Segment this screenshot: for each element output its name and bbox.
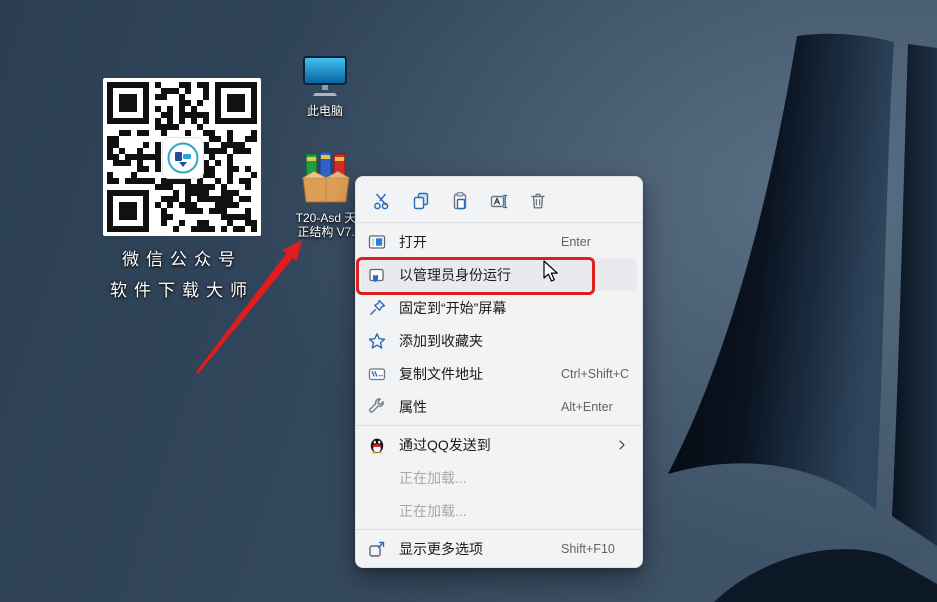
menu-item-pin-to-start[interactable]: 固定到“开始”屏幕 — [356, 291, 642, 324]
cut-icon — [372, 191, 392, 211]
delete-button[interactable] — [526, 189, 550, 213]
menu-item-run-as-administrator[interactable]: 以管理员身份运行 — [361, 258, 637, 291]
menu-item-loading-2: 正在加载... — [356, 494, 642, 527]
qr-caption-line1: 微信公众号 — [103, 245, 261, 270]
chevron-right-icon — [614, 437, 630, 453]
desktop-icon-label-line1: T20-Asd 天 — [288, 211, 364, 225]
menu-item-label: 固定到“开始”屏幕 — [399, 298, 506, 318]
qr-code-block: 微信公众号 软件下载大师 — [103, 78, 261, 301]
menu-item-label: 正在加载... — [399, 468, 467, 488]
menu-item-properties[interactable]: 属性 Alt+Enter — [356, 390, 642, 423]
empty-icon-spacer — [367, 468, 387, 488]
paste-button[interactable] — [448, 189, 472, 213]
rename-button[interactable] — [487, 189, 511, 213]
copy-icon — [411, 191, 431, 211]
wrench-icon — [367, 397, 387, 417]
menu-item-label: 复制文件地址 — [399, 364, 483, 384]
paste-icon — [450, 191, 470, 211]
qq-icon — [367, 435, 387, 455]
menu-item-label: 打开 — [399, 232, 427, 252]
menu-item-shortcut: Enter — [561, 235, 591, 249]
winrar-archive-icon — [300, 150, 352, 206]
menu-item-show-more-options[interactable]: 显示更多选项 Shift+F10 — [356, 532, 642, 565]
menu-item-shortcut: Shift+F10 — [561, 542, 615, 556]
menu-item-add-to-favorites[interactable]: 添加到收藏夹 — [356, 324, 642, 357]
cut-button[interactable] — [370, 189, 394, 213]
star-icon — [367, 331, 387, 351]
menu-item-open[interactable]: 打开 Enter — [356, 225, 642, 258]
qr-code — [103, 78, 261, 236]
menu-item-send-via-qq[interactable]: 通过QQ发送到 — [356, 428, 642, 461]
context-menu-toolbar — [356, 182, 642, 220]
qr-center-logo — [162, 137, 204, 179]
copy-path-icon — [367, 364, 387, 384]
monitor-icon — [301, 55, 349, 99]
menu-item-loading-1: 正在加载... — [356, 461, 642, 494]
menu-item-label: 正在加载... — [399, 501, 467, 521]
admin-shield-icon — [367, 265, 387, 285]
menu-separator — [356, 425, 642, 426]
menu-item-label: 添加到收藏夹 — [399, 331, 483, 351]
desktop-icon-label: 此电脑 — [287, 104, 363, 118]
desktop: 微信公众号 软件下载大师 此电脑 — [0, 0, 937, 602]
qr-logo-icon — [166, 141, 200, 175]
qr-caption-line2: 软件下载大师 — [103, 276, 261, 301]
context-menu: 打开 Enter 以管理员身份运行 固定到“开始”屏幕 — [355, 176, 643, 568]
menu-item-shortcut: Alt+Enter — [561, 400, 613, 414]
menu-item-copy-file-path[interactable]: 复制文件地址 Ctrl+Shift+C — [356, 357, 642, 390]
desktop-icon-this-pc[interactable]: 此电脑 — [287, 55, 363, 118]
empty-icon-spacer — [367, 501, 387, 521]
pin-icon — [367, 298, 387, 318]
menu-item-label: 显示更多选项 — [399, 539, 483, 559]
rename-icon — [489, 191, 509, 211]
delete-icon — [528, 191, 548, 211]
menu-item-shortcut: Ctrl+Shift+C — [561, 367, 629, 381]
open-window-icon — [367, 232, 387, 252]
desktop-icon-archive[interactable]: T20-Asd 天 正结构 V7. — [288, 150, 364, 239]
menu-item-label: 以管理员身份运行 — [399, 265, 511, 285]
desktop-icon-label-line2: 正结构 V7. — [288, 225, 364, 239]
menu-item-label: 属性 — [399, 397, 427, 417]
show-more-icon — [367, 539, 387, 559]
menu-item-label: 通过QQ发送到 — [399, 435, 491, 455]
menu-separator — [356, 222, 642, 223]
copy-button[interactable] — [409, 189, 433, 213]
menu-separator — [356, 529, 642, 530]
